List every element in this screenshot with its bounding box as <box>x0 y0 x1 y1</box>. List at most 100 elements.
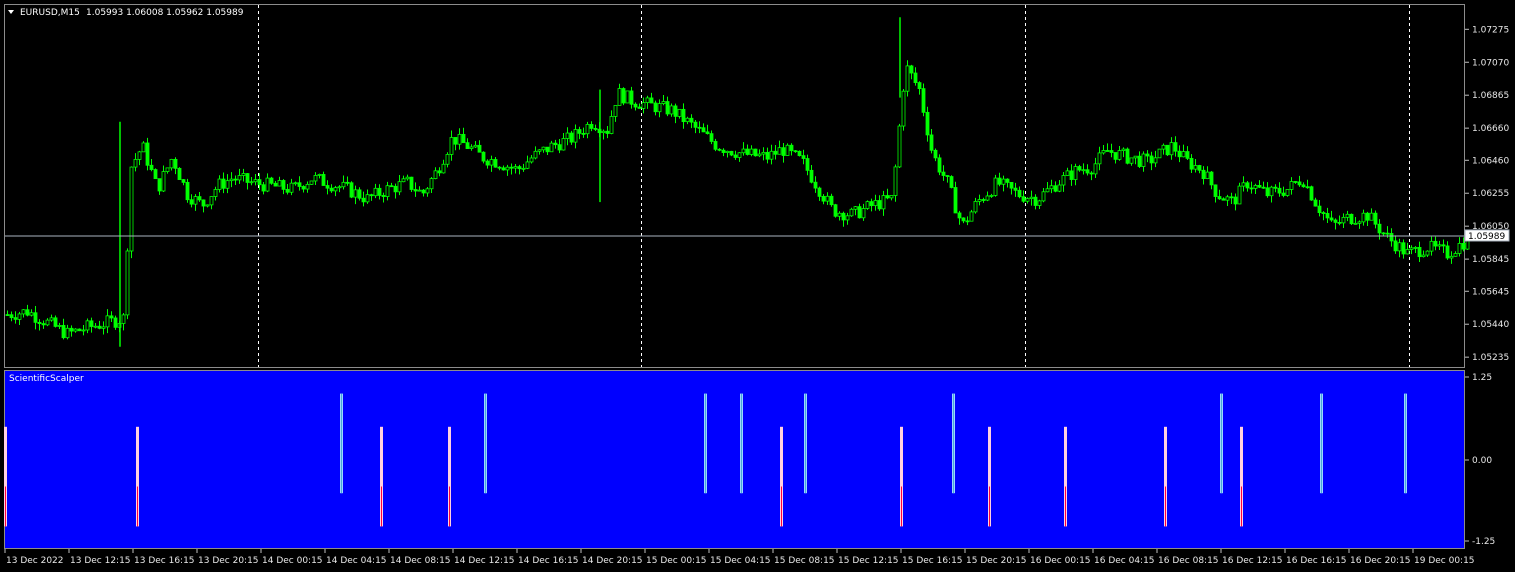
candle-body <box>1045 188 1050 193</box>
candle-body <box>561 138 566 151</box>
candle-body <box>1169 142 1174 156</box>
candle-body <box>1165 144 1170 156</box>
candle-body <box>377 187 382 196</box>
candle-body <box>409 176 414 190</box>
candle-body <box>397 181 402 193</box>
candle-body <box>917 82 922 90</box>
candle-body <box>265 177 270 192</box>
time-tick-label: 16 Dec 16:15 <box>1286 556 1347 566</box>
candle-body <box>809 169 814 183</box>
candle-body <box>1105 150 1110 152</box>
candle-body <box>837 212 842 217</box>
candle-body <box>709 133 714 142</box>
candle-body <box>629 90 634 105</box>
candle-body <box>417 189 422 192</box>
candle-body <box>985 195 990 201</box>
candle-body <box>1149 155 1154 164</box>
candle-body <box>113 317 118 328</box>
candle-body <box>973 201 978 213</box>
candle-body <box>813 181 818 189</box>
candle-body <box>829 195 834 206</box>
candle-body <box>165 167 170 172</box>
candle-body <box>1405 249 1410 255</box>
indicator-window[interactable] <box>4 370 1465 549</box>
candle-body <box>1133 155 1138 159</box>
candle-body <box>325 185 330 189</box>
candle-body <box>565 132 570 139</box>
candle-body <box>277 180 282 187</box>
candle-body <box>493 159 498 168</box>
candle-body <box>33 312 38 323</box>
candle-body <box>97 325 102 329</box>
candle-body <box>477 144 482 153</box>
candle-body <box>1021 196 1026 202</box>
candle-body <box>853 206 858 210</box>
candle-body <box>1317 205 1322 214</box>
candle-body <box>873 200 878 207</box>
candle-body <box>1293 181 1298 183</box>
current-price-text: 1.05989 <box>1468 232 1505 242</box>
candle-body <box>433 170 438 179</box>
candle-body <box>73 328 78 332</box>
candle-body <box>833 204 838 217</box>
time-tick-label: 13 Dec 16:15 <box>134 556 195 566</box>
candle-body <box>21 309 26 315</box>
candle-body <box>1177 150 1182 158</box>
candle-body <box>801 155 806 159</box>
candle-body <box>1101 150 1106 154</box>
candle-body <box>413 189 418 192</box>
candle-body <box>625 90 630 104</box>
price-tick-label: 1.05845 <box>1472 255 1509 265</box>
candle-body <box>677 108 682 117</box>
candle-body <box>1441 244 1446 247</box>
candle-body <box>529 157 534 163</box>
candle-body <box>805 158 810 171</box>
candle-body <box>1013 187 1018 191</box>
candle-body <box>749 148 754 155</box>
time-tick-label: 15 Dec 16:15 <box>902 556 963 566</box>
candle-body <box>1097 152 1102 165</box>
candle-body <box>1329 217 1334 221</box>
candle-body <box>649 97 654 104</box>
candle-body <box>945 175 950 177</box>
candle-body <box>1253 185 1258 189</box>
candle-body <box>1445 245 1450 259</box>
indicator-level-top: 1.25 <box>1472 373 1492 383</box>
candle-body <box>1057 184 1062 192</box>
candle-body <box>889 195 894 199</box>
candle-body <box>1077 166 1082 171</box>
time-tick-label: 15 Dec 00:15 <box>646 556 707 566</box>
candle-body <box>901 90 906 127</box>
candle-body <box>445 154 450 165</box>
candle-body <box>1049 185 1054 190</box>
candle-body <box>981 199 986 201</box>
candle-body <box>1361 212 1366 223</box>
time-tick-label: 16 Dec 20:15 <box>1350 556 1411 566</box>
time-tick-label: 15 Dec 04:15 <box>710 556 771 566</box>
candle-body <box>217 178 222 190</box>
candle-body <box>573 129 578 143</box>
candle-body <box>653 102 658 113</box>
candle-body <box>1269 186 1274 197</box>
candle-body <box>1237 185 1242 205</box>
price-tick-label: 1.06660 <box>1472 124 1509 134</box>
candle-body <box>793 150 798 153</box>
candle-body <box>681 108 686 123</box>
candle-body <box>617 88 622 106</box>
candle-body <box>205 204 210 207</box>
candle-body <box>861 208 866 219</box>
candle-body <box>537 149 542 152</box>
candle-body <box>425 188 430 194</box>
candle-body <box>353 189 358 198</box>
candle-body <box>633 103 638 108</box>
candle-body <box>841 212 846 221</box>
candle-body <box>997 177 1002 185</box>
candle-body <box>693 121 698 128</box>
candle-body <box>1073 166 1078 180</box>
candle-body <box>293 182 298 185</box>
candle-body <box>773 150 778 155</box>
terminal-chart[interactable]: EURUSD,M15 1.05993 1.06008 1.05962 1.059… <box>0 0 1515 572</box>
candle-body <box>225 180 230 189</box>
candle-body <box>65 327 70 339</box>
price-tick-label: 1.05440 <box>1472 320 1509 330</box>
